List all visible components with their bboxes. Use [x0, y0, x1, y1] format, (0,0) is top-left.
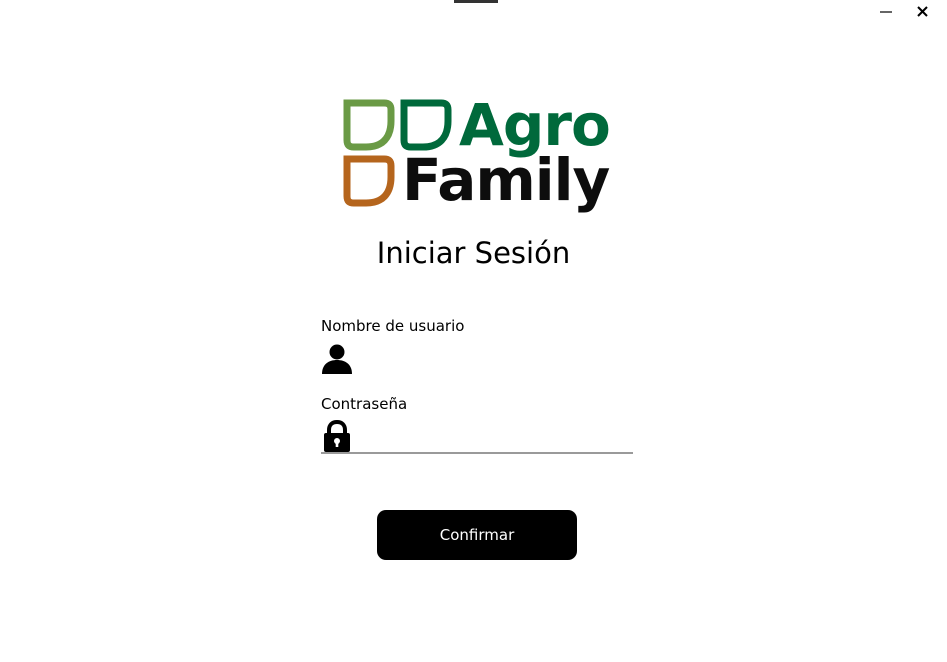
username-field[interactable]	[321, 340, 633, 376]
window-drag-tab[interactable]	[454, 0, 498, 3]
agro-family-logo: Agro Family	[342, 96, 612, 221]
username-input[interactable]	[361, 342, 629, 372]
minimize-button[interactable]	[868, 0, 904, 20]
password-field[interactable]	[321, 418, 633, 454]
lock-icon	[324, 420, 350, 452]
logo-leaf-orange	[343, 155, 395, 207]
username-label: Nombre de usuario	[321, 317, 465, 335]
page-title: Iniciar Sesión	[376, 236, 571, 270]
logo-leaf-dark-green	[400, 99, 452, 151]
close-button[interactable]	[905, 0, 941, 20]
logo-leaf-light-green	[343, 99, 395, 151]
logo-word-family: Family	[402, 146, 610, 214]
close-icon	[917, 6, 928, 17]
minimize-icon	[880, 11, 892, 13]
password-label: Contraseña	[321, 395, 408, 413]
password-input[interactable]	[361, 420, 629, 450]
confirm-button[interactable]: Confirmar	[377, 510, 577, 560]
user-icon	[322, 344, 352, 374]
